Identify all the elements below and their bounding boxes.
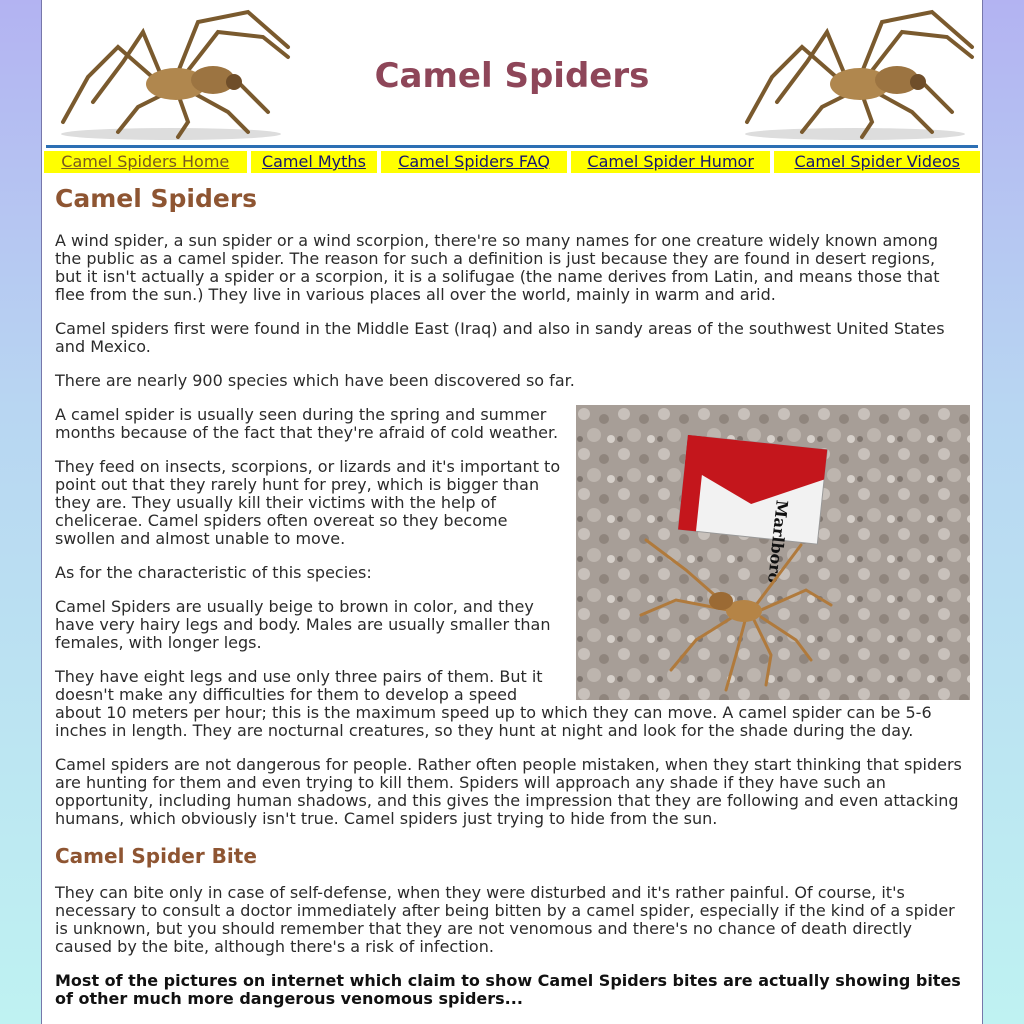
nav-myths-link[interactable]: Camel Myths — [250, 151, 378, 173]
site-header: Camel Spiders — [46, 0, 978, 148]
paragraph-species: There are nearly 900 species which have … — [55, 371, 575, 390]
paragraph-bite-pictures: Most of the pictures on internet which c… — [55, 972, 962, 1008]
nav-home-link[interactable]: Camel Spiders Home — [44, 151, 247, 173]
intro-paragraph: A wind spider, a sun spider or a wind sc… — [55, 231, 940, 304]
spider-illustration-right — [745, 9, 974, 140]
camel-spider-photo: Marlboro — [576, 405, 970, 700]
page-heading: Camel Spiders — [55, 184, 258, 213]
main-content: Camel Spiders A wind spider, a sun spide… — [55, 184, 970, 1024]
paragraph-danger: Camel spiders are not dangerous for peop… — [55, 755, 962, 828]
paragraph-origin: Camel spiders first were found in the Mi… — [55, 319, 945, 356]
page-container: Camel Spiders Camel Spiders Home Camel M… — [41, 0, 983, 1024]
bite-pictures-bold: Most of the pictures on internet which c… — [55, 971, 961, 1008]
paragraph-bite: They can bite only in case of self-defen… — [55, 883, 955, 956]
nav-bar: Camel Spiders Home Camel Myths Camel Spi… — [44, 151, 980, 173]
nav-humor-link[interactable]: Camel Spider Humor — [570, 151, 771, 173]
nav-faq-link[interactable]: Camel Spiders FAQ — [381, 151, 567, 173]
nav-videos-link[interactable]: Camel Spider Videos — [774, 151, 980, 173]
bite-heading: Camel Spider Bite — [55, 844, 257, 868]
